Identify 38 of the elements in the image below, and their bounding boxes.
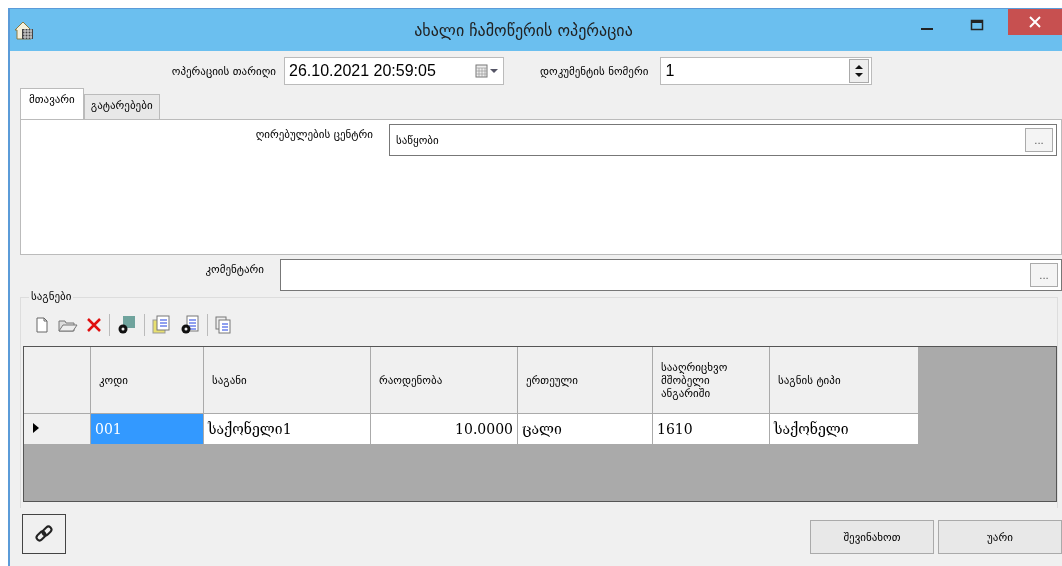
- field-label: დოკუმენტის ნომერი: [540, 64, 649, 78]
- maximize-icon[interactable]: [970, 19, 984, 33]
- close-icon: [1028, 15, 1042, 29]
- spin-buttons[interactable]: [849, 59, 870, 83]
- window-title: ახალი ჩამოწერის ოპერაცია: [413, 20, 634, 40]
- close-button[interactable]: [1008, 9, 1062, 35]
- table-cell[interactable]: ცალი: [517, 413, 653, 444]
- dialog-button[interactable]: უარი: [938, 520, 1062, 554]
- dialog-button[interactable]: შევინახოთ: [810, 520, 934, 554]
- table-cell[interactable]: საქონელი1: [203, 413, 371, 444]
- copy-icon[interactable]: [214, 315, 234, 335]
- tab[interactable]: მთავარი: [20, 88, 84, 119]
- chain-link-icon: [33, 523, 55, 545]
- column-header[interactable]: ერთეული: [517, 347, 653, 414]
- column-header[interactable]: საგნის ტიპი: [769, 347, 919, 414]
- field-label: ოპერაციის თარიღი: [170, 64, 276, 78]
- browse-button[interactable]: ...: [1025, 128, 1053, 152]
- column-header[interactable]: რაოდენობა: [370, 347, 518, 414]
- column-header[interactable]: სააღრიცხვო მშობელი ანგარიში: [652, 347, 770, 414]
- delete-icon[interactable]: [85, 316, 103, 334]
- browse-button[interactable]: ...: [1030, 263, 1058, 287]
- table-cell[interactable]: საქონელი: [769, 413, 919, 444]
- field-label: კომენტარი: [204, 263, 264, 276]
- column-header[interactable]: კოდი: [90, 347, 204, 414]
- column-header[interactable]: საგანი: [203, 347, 371, 414]
- comment-field[interactable]: ...: [280, 259, 1062, 291]
- tab[interactable]: გატარებები: [83, 94, 160, 119]
- table-cell[interactable]: 1610: [652, 413, 770, 444]
- new-document-icon[interactable]: [33, 316, 51, 334]
- group-title: საგნები: [29, 290, 74, 303]
- house-icon: [13, 19, 35, 41]
- cost-center-field[interactable]: საწყობი ...: [389, 124, 1057, 156]
- table-cell[interactable]: 10.0000: [370, 413, 518, 444]
- calendar-icon: [475, 64, 499, 78]
- link-button[interactable]: [22, 514, 66, 554]
- date-field[interactable]: 26.10.2021 20:59:05: [284, 57, 504, 85]
- number-field[interactable]: 1: [660, 57, 873, 85]
- field-label: ღირებულების ცენტრი: [254, 128, 373, 141]
